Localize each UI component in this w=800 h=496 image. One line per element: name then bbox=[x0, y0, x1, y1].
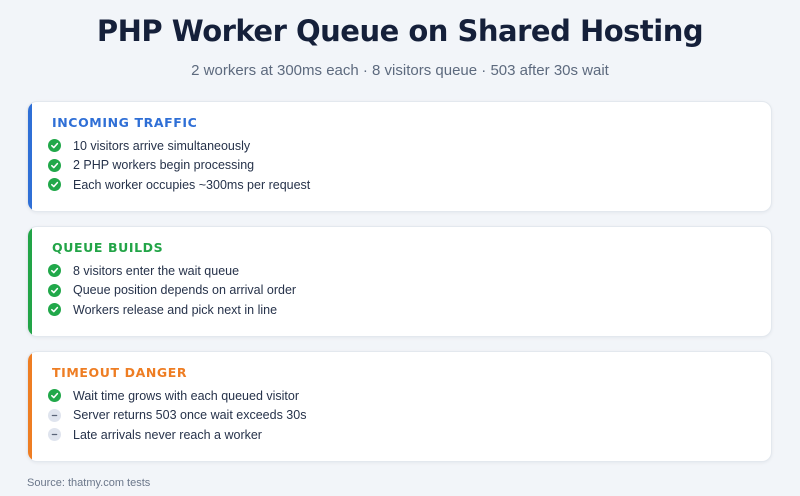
list-item: Late arrivals never reach a worker bbox=[48, 425, 306, 445]
list-item-text: 2 PHP workers begin processing bbox=[73, 158, 255, 173]
card-item-list: 10 visitors arrive simultaneously 2 PHP … bbox=[48, 136, 310, 195]
list-item: Server returns 503 once wait exceeds 30s bbox=[48, 406, 306, 426]
card-item-list: Wait time grows with each queued visitor… bbox=[48, 386, 306, 445]
list-item: 8 visitors enter the wait queue bbox=[48, 261, 296, 281]
card-item-list: 8 visitors enter the wait queue Queue po… bbox=[48, 261, 296, 320]
list-item-text: Server returns 503 once wait exceeds 30s bbox=[73, 408, 307, 423]
list-item: Queue position depends on arrival order bbox=[48, 281, 296, 301]
check-icon bbox=[48, 283, 61, 297]
list-item: Workers release and pick next in line bbox=[48, 300, 296, 320]
list-item-text: 8 visitors enter the wait queue bbox=[73, 263, 240, 278]
list-item-text: Late arrivals never reach a worker bbox=[73, 427, 262, 442]
list-item-text: Workers release and pick next in line bbox=[73, 302, 278, 317]
list-item: Wait time grows with each queued visitor bbox=[48, 386, 306, 406]
minus-icon bbox=[48, 428, 61, 442]
card-timeout-danger: TIMEOUT DANGER Wait time grows with each… bbox=[27, 351, 772, 462]
card-accent-bar bbox=[28, 102, 32, 211]
list-item-text: 10 visitors arrive simultaneously bbox=[73, 138, 251, 153]
card-heading: TIMEOUT DANGER bbox=[52, 365, 188, 380]
check-icon bbox=[48, 158, 61, 172]
card-heading: QUEUE BUILDS bbox=[52, 240, 164, 255]
list-item-text: Wait time grows with each queued visitor bbox=[73, 388, 300, 403]
check-icon bbox=[48, 389, 61, 403]
card-accent-bar bbox=[28, 352, 32, 461]
list-item-text: Each worker occupies ~300ms per request bbox=[73, 177, 311, 192]
list-item: Each worker occupies ~300ms per request bbox=[48, 175, 310, 195]
list-item-text: Queue position depends on arrival order bbox=[73, 283, 297, 298]
check-icon bbox=[48, 303, 61, 317]
page-title: PHP Worker Queue on Shared Hosting bbox=[96, 14, 704, 48]
card-accent-bar bbox=[28, 227, 32, 336]
check-icon bbox=[48, 178, 61, 192]
card-heading: INCOMING TRAFFIC bbox=[52, 115, 198, 130]
check-icon bbox=[48, 139, 61, 153]
page-subtitle: 2 workers at 300ms each · 8 visitors que… bbox=[191, 62, 609, 79]
check-icon bbox=[48, 264, 61, 278]
source-note: Source: thatmy.com tests bbox=[27, 477, 151, 489]
list-item: 2 PHP workers begin processing bbox=[48, 156, 310, 176]
card-incoming-traffic: INCOMING TRAFFIC 10 visitors arrive simu… bbox=[27, 101, 772, 212]
card-queue-builds: QUEUE BUILDS 8 visitors enter the wait q… bbox=[27, 226, 772, 337]
list-item: 10 visitors arrive simultaneously bbox=[48, 136, 310, 156]
minus-icon bbox=[48, 408, 61, 422]
